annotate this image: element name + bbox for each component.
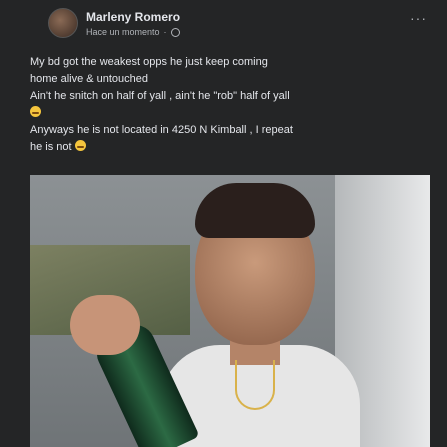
photo-chain <box>235 360 275 410</box>
post-line: he is not <box>30 141 72 153</box>
author-avatar[interactable] <box>48 8 78 38</box>
meta-separator: · <box>163 27 167 37</box>
post-line: My bd got the weakest opps he just keep … <box>30 56 268 68</box>
emoji-icon <box>30 106 41 117</box>
post-text: My bd got the weakest opps he just keep … <box>30 54 430 156</box>
emoji-icon <box>74 140 86 151</box>
more-options-icon[interactable]: ··· <box>410 10 427 26</box>
post-line: Ain't he snitch on half of yall , ain't … <box>30 90 290 102</box>
post-photo[interactable] <box>30 175 430 447</box>
facebook-post: Marleny Romero Hace un momento · ··· My … <box>0 0 447 447</box>
globe-icon <box>170 27 180 37</box>
author-name[interactable]: Marleny Romero <box>86 10 180 24</box>
post-meta: Hace un momento · <box>86 27 180 37</box>
photo-hair <box>195 183 315 238</box>
photo-hand <box>70 295 140 355</box>
post-line: Anyways he is not located in 4250 N Kimb… <box>30 124 293 136</box>
post-line: home alive & untouched <box>30 73 149 85</box>
post-header: Marleny Romero Hace un momento · ··· <box>0 0 447 48</box>
post-timestamp[interactable]: Hace un momento <box>86 27 160 37</box>
